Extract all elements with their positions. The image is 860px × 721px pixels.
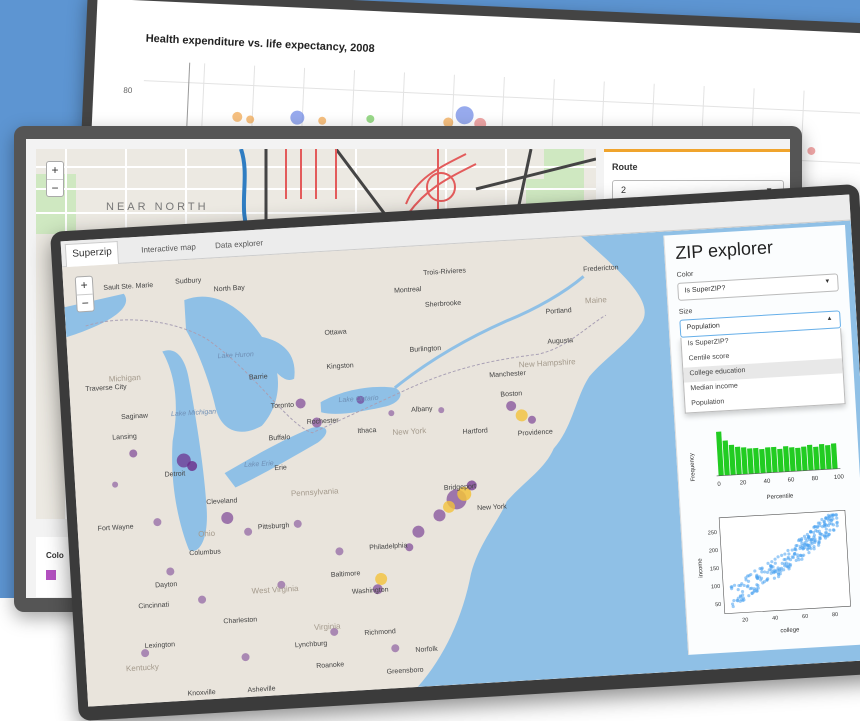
- histogram-ylabel: Frequency: [689, 453, 697, 482]
- city-label: Detroit: [164, 470, 186, 479]
- state-label: Maine: [584, 295, 608, 306]
- size-dropdown: Is SuperZIP? Centile score College educa…: [680, 328, 846, 414]
- bubble: [318, 116, 327, 125]
- scatter-x-tick: 60: [802, 614, 808, 620]
- city-label: Erie: [274, 464, 288, 473]
- histogram-bar: [728, 444, 736, 476]
- income-college-scatter: income 20 40 60 80 50 100 150 200 250 college: [697, 510, 851, 634]
- city-label: Buffalo: [268, 434, 291, 443]
- bubble: [807, 146, 816, 155]
- scatter-x-tick: 20: [742, 617, 748, 623]
- histogram-bar: [783, 446, 790, 472]
- panel-title: ZIP explorer: [674, 237, 774, 263]
- histogram-bar: [818, 443, 826, 470]
- state-label: Ohio: [197, 528, 216, 539]
- city-label: Albany: [411, 405, 433, 414]
- color-value: Is SuperZIP?: [684, 285, 726, 295]
- bubble: [366, 114, 375, 123]
- scatter-x-tick: 40: [772, 615, 778, 621]
- bubble: [246, 115, 255, 124]
- superzip-screen-content: Superzip Interactive map Data explorer +…: [60, 194, 860, 707]
- zoom-out-button[interactable]: −: [76, 293, 94, 312]
- histogram-bar: [747, 448, 754, 474]
- city-label: Norfolk: [415, 645, 438, 655]
- histogram-bar: [753, 447, 760, 474]
- percentile-histogram: Frequency 0 20 40 60 80 100 Percentile: [689, 431, 845, 501]
- route-value: 2: [621, 185, 627, 195]
- histogram-bar: [716, 431, 724, 476]
- scatter-y-tick: 150: [710, 566, 720, 573]
- histogram-bar: [813, 446, 820, 471]
- state-label: Michigan: [108, 372, 142, 384]
- histogram-bar: [759, 448, 766, 474]
- histogram-bar: [795, 447, 802, 472]
- zoom-in-button[interactable]: +: [76, 277, 93, 295]
- caret-down-icon: ▼: [824, 278, 831, 286]
- histogram-tick-label: 80: [811, 476, 819, 482]
- histogram-bar: [777, 448, 784, 473]
- scatter-y-tick: 50: [715, 602, 721, 608]
- histogram-bar: [806, 444, 814, 471]
- city-label: Barrie: [248, 373, 268, 382]
- scatter-x-tick: 80: [832, 612, 838, 618]
- superzip-screen: Superzip Interactive map Data explorer +…: [50, 183, 860, 721]
- city-label: Hartford: [462, 427, 489, 436]
- zoom-in-button[interactable]: +: [47, 162, 63, 179]
- bubble: [232, 111, 243, 122]
- caret-up-icon: ▲: [826, 315, 833, 323]
- city-label: Toronto: [270, 401, 295, 411]
- zoom-out-button[interactable]: −: [47, 179, 63, 196]
- city-label: Ottawa: [324, 328, 347, 337]
- legend-swatch: [46, 570, 56, 580]
- histogram-tick-label: 0: [717, 482, 721, 488]
- zip-explorer-panel: ZIP explorer Color Is SuperZIP? ▼ Size P…: [663, 224, 860, 655]
- histogram-bar: [825, 445, 832, 470]
- histogram-tick-label: 40: [764, 479, 772, 485]
- histogram-bar: [734, 446, 742, 475]
- histogram-bar: [830, 443, 838, 470]
- histogram-tick-label: 60: [788, 477, 796, 483]
- y-tick-80: 80: [123, 86, 133, 95]
- city-label: Lansing: [112, 433, 138, 442]
- neighborhood-label: NEAR NORTH: [106, 201, 209, 213]
- histogram-tick-label: 20: [740, 480, 748, 486]
- city-label: Dayton: [154, 581, 178, 590]
- scatter-y-tick: 250: [708, 530, 718, 537]
- tab-data-explorer[interactable]: Data explorer: [209, 234, 270, 255]
- stage: Health expenditure vs. life expectancy, …: [0, 0, 860, 721]
- histogram-bar: [765, 447, 772, 473]
- bubble: [455, 106, 474, 125]
- state-label: Virginia: [313, 621, 341, 633]
- scatter-ylabel: income: [697, 557, 704, 577]
- histogram-bar: [801, 446, 808, 471]
- city-label: Boston: [500, 390, 523, 399]
- scatter-xlabel: college: [780, 627, 800, 634]
- front-zoom-control: + −: [74, 275, 95, 313]
- histogram-xlabel: Percentile: [767, 493, 795, 501]
- color-select[interactable]: Is SuperZIP? ▼: [677, 273, 839, 301]
- histogram-bar: [740, 447, 748, 475]
- route-label: Route: [612, 162, 638, 172]
- city-label: Ithaca: [357, 426, 377, 436]
- histogram-tick-label: 100: [834, 474, 845, 481]
- scatter-y-tick: 200: [709, 548, 719, 555]
- histogram-bar: [771, 446, 778, 473]
- tab-interactive-map[interactable]: Interactive map: [135, 238, 203, 259]
- size-value: Population: [686, 322, 721, 332]
- mid-zoom-control: + −: [46, 161, 64, 197]
- scatter-y-tick: 100: [711, 584, 721, 591]
- histogram-bar: [789, 447, 796, 472]
- histogram-bar: [722, 440, 730, 476]
